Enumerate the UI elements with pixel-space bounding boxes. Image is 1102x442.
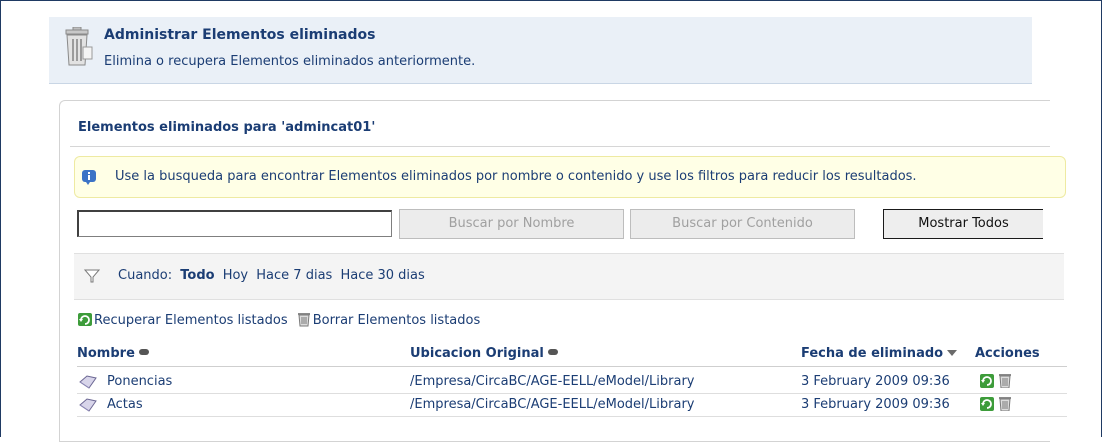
sort-indicator-icon xyxy=(138,349,149,355)
recover-icon[interactable] xyxy=(980,397,994,411)
column-name[interactable]: Nombre xyxy=(77,346,149,361)
folder-space-icon xyxy=(79,375,97,389)
panel-divider xyxy=(70,146,1050,147)
filter-label: Cuando: xyxy=(118,268,173,283)
folder-space-icon xyxy=(79,398,97,412)
trash-icon[interactable] xyxy=(998,374,1012,388)
column-name-label[interactable]: Nombre xyxy=(77,346,135,361)
item-location: /Empresa/CircaBC/AGE-EELL/eModel/Library xyxy=(410,374,695,389)
date-filter-bar: Cuando: Todo Hoy Hace 7 dias Hace 30 dia… xyxy=(74,253,1064,300)
row-actions xyxy=(980,374,1012,390)
column-location-label[interactable]: Ubicacion Original xyxy=(410,346,544,361)
sort-indicator-icon xyxy=(547,349,558,355)
table-row: Ponencias /Empresa/CircaBC/AGE-EELL/eMod… xyxy=(77,371,1067,394)
recover-listed-link[interactable]: Recuperar Elementos listados xyxy=(94,313,288,328)
filter-option-30-days[interactable]: Hace 30 dias xyxy=(340,268,424,283)
sort-desc-icon xyxy=(947,350,958,356)
item-name-link[interactable]: Ponencias xyxy=(107,374,172,389)
show-all-button[interactable]: Mostrar Todos xyxy=(883,209,1043,239)
recover-icon xyxy=(78,313,92,326)
info-box: Use la busqueda para encontrar Elementos… xyxy=(74,156,1066,198)
trash-icon xyxy=(297,313,310,327)
column-location[interactable]: Ubicacion Original xyxy=(410,346,558,361)
filter-option-today[interactable]: Hoy xyxy=(223,268,248,283)
bulk-actions: Recuperar Elementos listados Borrar Elem… xyxy=(77,311,484,328)
filter-funnel-icon xyxy=(84,269,100,283)
trash-bin-icon xyxy=(65,27,93,66)
table-header: Nombre Ubicacion Original Fecha de elimi… xyxy=(77,346,1067,367)
deleted-items-panel: Elementos eliminados para 'admincat01' U… xyxy=(59,100,1067,442)
column-actions: Acciones xyxy=(975,346,1040,361)
delete-listed-link[interactable]: Borrar Elementos listados xyxy=(313,313,481,328)
info-text: Use la busqueda para encontrar Elementos… xyxy=(115,169,917,184)
filter-option-7-days[interactable]: Hace 7 dias xyxy=(256,268,332,283)
column-deleted-date[interactable]: Fecha de eliminado xyxy=(801,346,958,361)
column-date-label[interactable]: Fecha de eliminado xyxy=(801,346,943,361)
row-actions xyxy=(980,397,1012,413)
recover-icon[interactable] xyxy=(980,374,994,388)
search-by-name-button[interactable]: Buscar por Nombre xyxy=(399,209,624,239)
item-name-link[interactable]: Actas xyxy=(107,397,143,412)
date-filter-options: Cuando: Todo Hoy Hace 7 dias Hace 30 dia… xyxy=(118,268,429,283)
table-row: Actas /Empresa/CircaBC/AGE-EELL/eModel/L… xyxy=(77,394,1067,417)
page-description: Elimina o recupera Elementos eliminados … xyxy=(104,54,476,69)
filter-option-all[interactable]: Todo xyxy=(180,268,214,283)
search-by-content-button[interactable]: Buscar por Contenido xyxy=(630,209,855,239)
item-deleted-date: 3 February 2009 09:36 xyxy=(801,374,950,389)
search-input[interactable] xyxy=(77,210,392,237)
trash-icon[interactable] xyxy=(998,397,1012,411)
item-location: /Empresa/CircaBC/AGE-EELL/eModel/Library xyxy=(410,397,695,412)
item-deleted-date: 3 February 2009 09:36 xyxy=(801,397,950,412)
page-title: Administrar Elementos eliminados xyxy=(104,27,376,43)
page-header: Administrar Elementos eliminados Elimina… xyxy=(49,17,1032,84)
panel-title: Elementos eliminados para 'admincat01' xyxy=(78,120,376,135)
info-icon xyxy=(82,170,96,185)
